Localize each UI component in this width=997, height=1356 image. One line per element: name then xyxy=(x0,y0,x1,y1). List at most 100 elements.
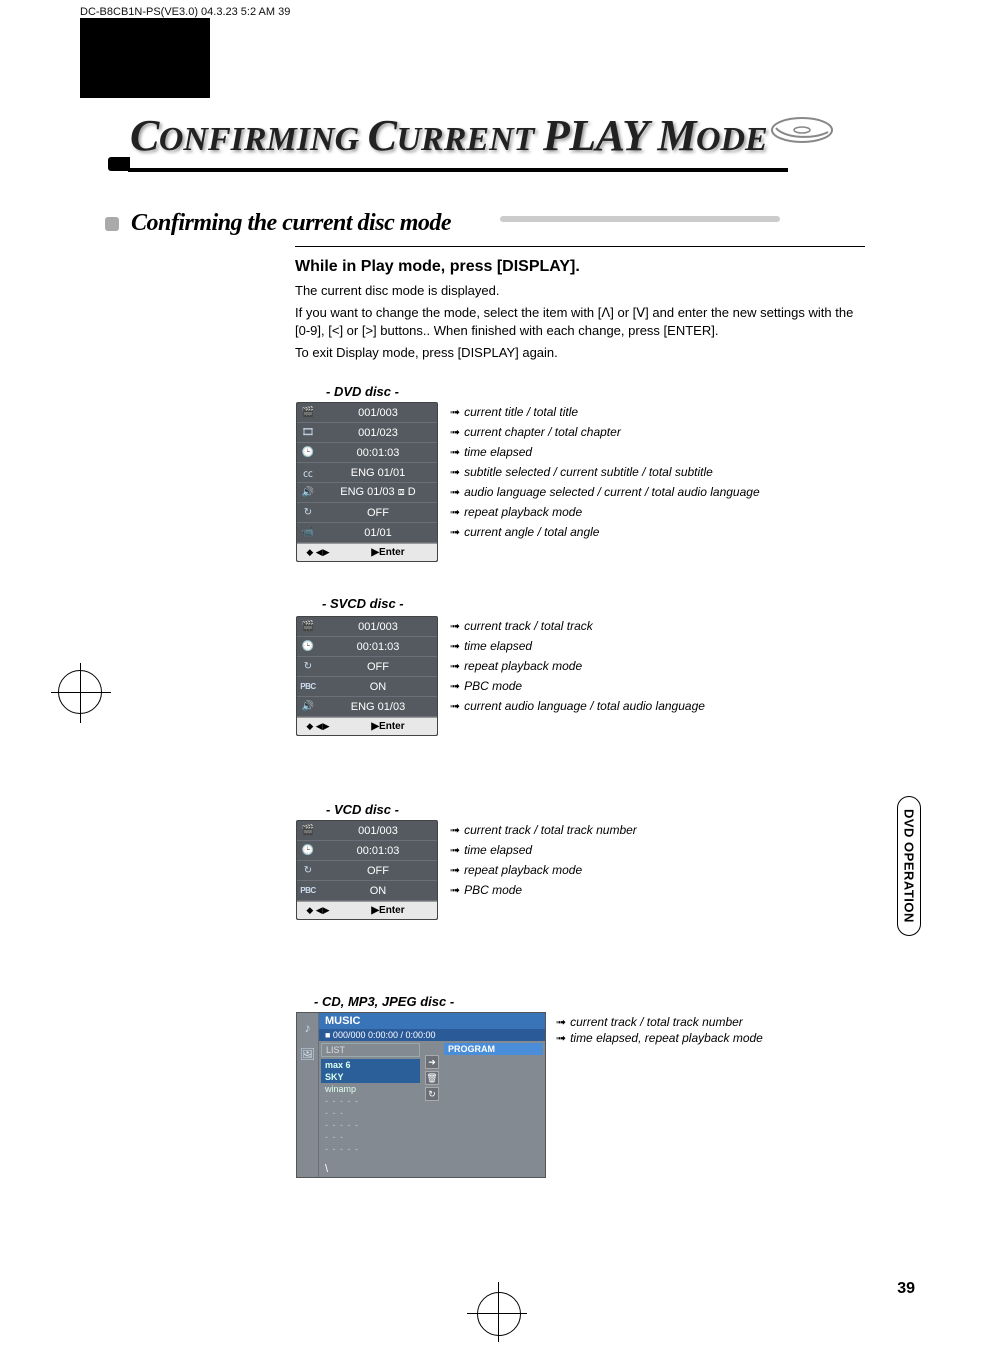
program-label: PROGRAM xyxy=(444,1043,543,1055)
osd-row: PBCON xyxy=(297,881,437,901)
osd-row: 🕒00:01:03 xyxy=(297,443,437,463)
arrow-icon: ➟ xyxy=(450,619,464,633)
arrow-icon: ➟ xyxy=(450,505,464,519)
desc-line: ➟current title / total title xyxy=(450,402,760,422)
nav-arrows-icon: ◆ ◀▶ xyxy=(297,721,339,732)
desc-line: ➟repeat playback mode xyxy=(450,656,705,676)
disc-label-dvd: - DVD disc - xyxy=(326,384,399,399)
music-list-item: SKY xyxy=(321,1071,420,1083)
osd-value: OFF xyxy=(319,661,437,673)
arrow-icon: ➟ xyxy=(450,843,464,857)
music-list-item: - - - xyxy=(321,1131,420,1143)
osd-value: ON xyxy=(319,885,437,897)
osd-value: ENG 01/01 xyxy=(319,467,437,479)
section-title: Confirming the current disc mode xyxy=(131,210,451,237)
music-list-column: LIST max 6SKYwinamp- - - - -- - -- - - -… xyxy=(321,1043,420,1159)
desc-line: ➟time elapsed, repeat playback mode xyxy=(556,1030,763,1046)
pbc-icon: PBC xyxy=(297,677,319,697)
arrow-icon: ➟ xyxy=(556,1015,570,1029)
osd-panel-vcd: 🎬001/003 🕒00:01:03 ↻OFF PBCON ◆ ◀▶▶Enter xyxy=(296,820,438,920)
music-list-item: winamp xyxy=(321,1083,420,1095)
intro-line: The current disc mode is displayed. xyxy=(295,282,865,300)
osd-row: 🔊ENG 01/03 xyxy=(297,697,437,717)
osd-value: OFF xyxy=(319,507,437,519)
title-part: URRENT xyxy=(396,121,542,158)
black-corner-block xyxy=(80,18,210,98)
music-transfer-column: ➜ 🗑 ↻ xyxy=(424,1043,440,1159)
music-list-item: - - - xyxy=(321,1107,420,1119)
osd-value: 00:01:03 xyxy=(319,641,437,653)
osd-row: ㏄ENG 01/01 xyxy=(297,463,437,483)
osd-row: 📹01/01 xyxy=(297,523,437,543)
desc-line: ➟repeat playback mode xyxy=(450,502,760,522)
desc-line: ➟repeat playback mode xyxy=(450,860,637,880)
desc-line: ➟current chapter / total chapter xyxy=(450,422,760,442)
angle-icon: 📹 xyxy=(297,523,319,543)
arrow-icon: ➟ xyxy=(450,425,464,439)
title-icon: 🎬 xyxy=(297,403,319,423)
disc-icon xyxy=(770,98,834,162)
disc-label-cd: - CD, MP3, JPEG disc - xyxy=(314,994,454,1009)
repeat-icon: ↻ xyxy=(425,1087,439,1101)
pbc-icon: PBC xyxy=(297,881,319,901)
music-program-column: PROGRAM xyxy=(444,1043,543,1159)
osd-row: ↻OFF xyxy=(297,861,437,881)
arrow-icon: ➟ xyxy=(450,465,464,479)
enter-label: ▶Enter xyxy=(339,721,437,732)
arrow-icon: ➟ xyxy=(450,485,464,499)
desc-column-cd: ➟current track / total track number ➟tim… xyxy=(556,1014,763,1046)
osd-row: 🎬001/003 xyxy=(297,617,437,637)
desc-line: ➟current track / total track xyxy=(450,616,705,636)
arrow-icon: ➟ xyxy=(556,1031,570,1045)
desc-line: ➟PBC mode xyxy=(450,880,637,900)
osd-footer: ◆ ◀▶▶Enter xyxy=(297,543,437,561)
music-footer-slash: \ xyxy=(325,1163,328,1175)
osd-value: 00:01:03 xyxy=(319,845,437,857)
desc-line: ➟current angle / total angle xyxy=(450,522,760,542)
osd-value: ENG 01/03 xyxy=(319,701,437,713)
clock-icon: 🕒 xyxy=(297,637,319,657)
arrow-icon: ➟ xyxy=(450,883,464,897)
intro-line: If you want to change the mode, select t… xyxy=(295,304,865,340)
title-cap xyxy=(108,157,130,171)
desc-line: ➟time elapsed xyxy=(450,840,637,860)
arrow-icon: ➟ xyxy=(450,445,464,459)
osd-value: ON xyxy=(319,681,437,693)
desc-line: ➟PBC mode xyxy=(450,676,705,696)
desc-line: ➟current track / total track number xyxy=(556,1014,763,1030)
enter-label: ▶Enter xyxy=(339,547,437,558)
music-list-item: - - - - - xyxy=(321,1119,420,1131)
audio-icon: 🔊 xyxy=(297,697,319,717)
arrow-icon: ➟ xyxy=(450,823,464,837)
side-tab: DVD OPERATION xyxy=(897,796,921,936)
nav-arrows-icon: ◆ ◀▶ xyxy=(297,905,339,916)
nav-arrows-icon: ◆ ◀▶ xyxy=(297,547,339,558)
osd-value: 001/003 xyxy=(319,407,437,419)
music-list-item: max 6 xyxy=(321,1059,420,1071)
desc-column-vcd: ➟current track / total track number ➟tim… xyxy=(450,820,637,900)
section-rule-decoration xyxy=(500,216,780,222)
music-list-item: - - - - - xyxy=(321,1095,420,1107)
page-number: 39 xyxy=(897,1280,915,1298)
osd-value: 001/023 xyxy=(319,427,437,439)
osd-value: 00:01:03 xyxy=(319,447,437,459)
intro-heading: While in Play mode, press [DISPLAY]. xyxy=(295,258,865,276)
music-title: MUSIC xyxy=(319,1013,545,1029)
desc-column-dvd: ➟current title / total title ➟current ch… xyxy=(450,402,760,542)
enter-label: ▶Enter xyxy=(339,905,437,916)
desc-column-svcd: ➟current track / total track ➟time elaps… xyxy=(450,616,705,716)
music-note-icon: ♪ xyxy=(297,1017,318,1039)
arrow-icon: ➟ xyxy=(450,679,464,693)
arrow-icon: ➟ xyxy=(450,699,464,713)
desc-line: ➟current track / total track number xyxy=(450,820,637,840)
osd-value: 001/003 xyxy=(319,825,437,837)
delete-icon: 🗑 xyxy=(425,1071,439,1085)
picture-icon: 🖼 xyxy=(297,1043,318,1065)
disc-label-svcd: - SVCD disc - xyxy=(322,596,404,611)
desc-line: ➟subtitle selected / current subtitle / … xyxy=(450,462,760,482)
music-sidebar: ♪ 🖼 xyxy=(297,1013,319,1177)
osd-value: OFF xyxy=(319,865,437,877)
music-status: ■ 000/000 0:00:00 / 0:00:00 xyxy=(319,1029,545,1041)
osd-row: PBCON xyxy=(297,677,437,697)
osd-row: ↻OFF xyxy=(297,657,437,677)
